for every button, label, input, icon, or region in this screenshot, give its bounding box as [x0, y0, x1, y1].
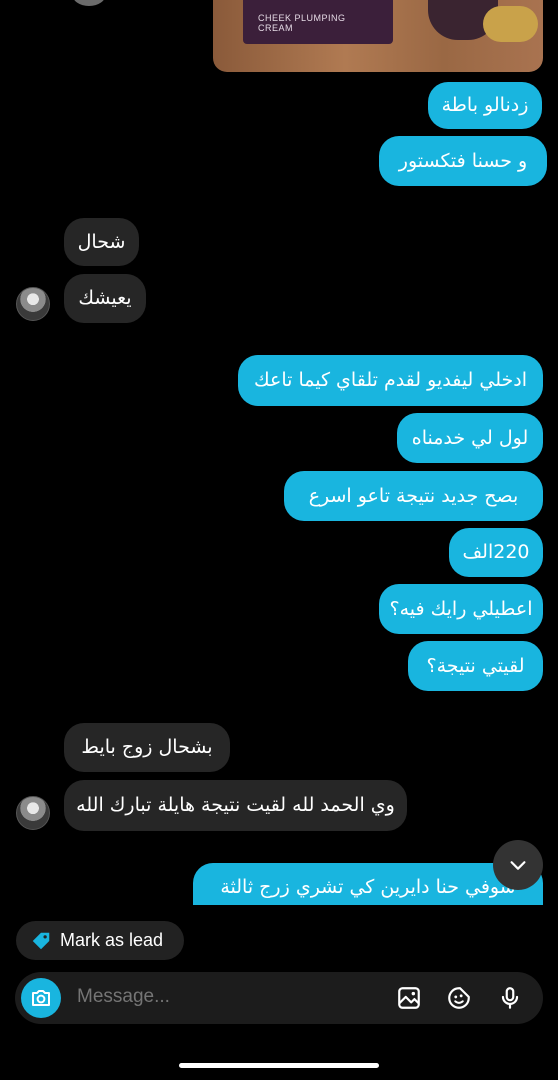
message-text: بصح جديد نتيجة تاعو اسرع [308, 484, 519, 507]
message-bubble-incoming[interactable]: بشحال زوج بايط [64, 723, 230, 772]
message-bubble-outgoing[interactable]: لول لي خدمناه [397, 413, 543, 463]
message-bubble-outgoing[interactable]: لقيتي نتيجة؟ [408, 641, 543, 691]
message-text: 220الف [462, 541, 530, 563]
message-text: زدنالو باطة [441, 94, 529, 116]
chevron-down-icon [510, 861, 526, 870]
product-label: CHEEK PLUMPING CREAM [258, 13, 346, 33]
message-bubble-outgoing[interactable]: 220الف [449, 528, 543, 577]
message-bubble-incoming[interactable]: وي الحمد لله لقيت نتيجة هايلة تبارك الله [64, 780, 407, 831]
message-composer [15, 972, 543, 1024]
message-text: يعيشك [78, 287, 132, 309]
gallery-button[interactable] [395, 984, 423, 1012]
message-text: بشحال زوج بايط [81, 736, 213, 758]
camera-button[interactable] [21, 978, 61, 1018]
message-bubble-outgoing[interactable]: بصح جديد نتيجة تاعو اسرع [284, 471, 543, 521]
home-indicator[interactable] [179, 1063, 379, 1068]
product-lid [483, 6, 538, 42]
message-bubble-outgoing[interactable]: و حسنا فتكستور [379, 136, 547, 186]
message-bubble-outgoing[interactable]: سوفي حنا دايرين كي تشري زرج ثالثة [193, 863, 543, 905]
mark-as-lead-label: Mark as lead [60, 930, 164, 950]
message-bubble-outgoing[interactable]: زدنالو باطة [428, 82, 542, 129]
message-bubble-outgoing[interactable]: اعطيلي رايك فيه؟ [379, 584, 543, 634]
microphone-button[interactable] [496, 984, 524, 1012]
gallery-icon [398, 987, 420, 1009]
message-input[interactable] [77, 986, 327, 1008]
photo-message[interactable]: CHEEK PLUMPING CREAM [213, 0, 543, 72]
camera-icon [32, 990, 50, 1006]
message-text: وي الحمد لله لقيت نتيجة هايلة تبارك الله [76, 794, 395, 816]
sticker-icon [448, 987, 470, 1009]
avatar [72, 0, 106, 6]
avatar[interactable] [16, 287, 50, 321]
message-bubble-outgoing[interactable]: ادخلي ليفديو لقدم تلقاي كيما تاعك [238, 355, 543, 406]
scroll-to-bottom-button[interactable] [493, 840, 543, 890]
message-bubble-incoming[interactable]: يعيشك [64, 274, 146, 323]
message-text: ادخلي ليفديو لقدم تلقاي كيما تاعك [254, 369, 527, 391]
message-text: لقيتي نتيجة؟ [426, 654, 525, 677]
message-text: و حسنا فتكستور [398, 149, 528, 172]
avatar[interactable] [16, 796, 50, 830]
message-text: اعطيلي رايك فيه؟ [389, 597, 533, 620]
mark-as-lead-button[interactable]: Mark as lead [16, 921, 184, 960]
message-text: سوفي حنا دايرين كي تشري زرج ثالثة [220, 876, 516, 898]
message-text: لول لي خدمناه [411, 426, 529, 449]
microphone-icon [501, 987, 519, 1009]
tag-icon [32, 932, 50, 949]
message-bubble-incoming[interactable]: شحال [64, 218, 139, 266]
message-text: شحال [77, 230, 126, 253]
sticker-button[interactable] [445, 984, 473, 1012]
